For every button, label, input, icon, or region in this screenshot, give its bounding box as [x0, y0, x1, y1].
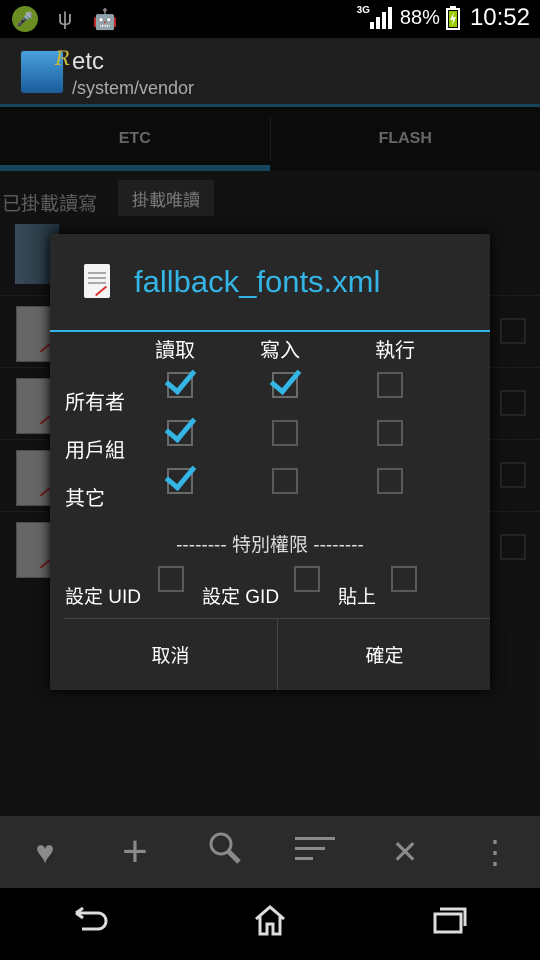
owner-exec-checkbox[interactable]	[377, 372, 403, 398]
xml-file-icon	[84, 264, 110, 298]
column-exec: 執行	[375, 340, 415, 362]
voice-notification-icon: 🎤	[12, 6, 38, 32]
android-debug-icon: 🤖	[92, 8, 118, 31]
column-read: 讀取	[155, 340, 195, 362]
usb-icon: ψ	[57, 7, 73, 30]
sticky-checkbox[interactable]	[391, 566, 417, 592]
folder-path: /system/vendor	[72, 78, 195, 98]
clock: 10:52	[469, 4, 530, 31]
group-read-checkbox[interactable]	[164, 409, 197, 446]
setgid-checkbox[interactable]	[294, 566, 320, 592]
status-bar: 🎤 ψ 🤖 3G 88% 10:52	[0, 0, 540, 38]
others-read-checkbox[interactable]	[164, 457, 197, 494]
setuid-label: 設定 UID	[65, 587, 142, 608]
dialog-title: fallback_fonts.xml	[134, 264, 381, 299]
others-write-checkbox[interactable]	[272, 468, 298, 494]
special-permissions-header: -------- 特別權限 --------	[176, 535, 364, 556]
bottom-toolbar: ♥ + ✕ ⋮	[0, 816, 540, 888]
others-exec-checkbox[interactable]	[377, 468, 403, 494]
owner-read-checkbox[interactable]	[164, 361, 197, 398]
sticky-label: 貼上	[338, 587, 377, 608]
row-group: 用戶組	[65, 440, 125, 462]
battery-charging-icon	[445, 6, 460, 30]
plus-icon[interactable]: +	[105, 827, 165, 877]
row-owner: 所有者	[65, 392, 125, 414]
action-bar: R etc /system/vendor	[0, 38, 540, 104]
battery-percent: 88%	[399, 6, 440, 29]
owner-write-checkbox[interactable]	[269, 361, 302, 398]
sort-icon[interactable]	[285, 834, 345, 871]
back-icon[interactable]	[50, 906, 130, 941]
ok-button[interactable]: 確定	[278, 619, 491, 690]
folder-title: etc	[72, 48, 105, 75]
row-others: 其它	[65, 488, 105, 510]
permissions-dialog: fallback_fonts.xml 讀取 寫入 執行 所有者 用戶組 其它 -…	[50, 234, 490, 690]
dialog-header: fallback_fonts.xml	[50, 234, 490, 332]
home-icon[interactable]	[230, 904, 310, 944]
setgid-label: 設定 GID	[202, 587, 280, 608]
app-icon[interactable]: R	[20, 46, 70, 94]
close-icon[interactable]: ✕	[375, 833, 435, 871]
setuid-checkbox[interactable]	[158, 566, 184, 592]
heart-icon[interactable]: ♥	[15, 834, 75, 871]
signal-icon	[369, 7, 392, 29]
recents-icon[interactable]	[410, 906, 490, 942]
group-write-checkbox[interactable]	[272, 420, 298, 446]
group-exec-checkbox[interactable]	[377, 420, 403, 446]
column-write: 寫入	[260, 340, 300, 362]
overflow-icon[interactable]: ⋮	[465, 833, 525, 871]
network-type: 3G	[356, 4, 370, 16]
cancel-button[interactable]: 取消	[64, 619, 277, 690]
search-icon[interactable]	[195, 831, 255, 873]
nav-bar	[0, 888, 540, 960]
